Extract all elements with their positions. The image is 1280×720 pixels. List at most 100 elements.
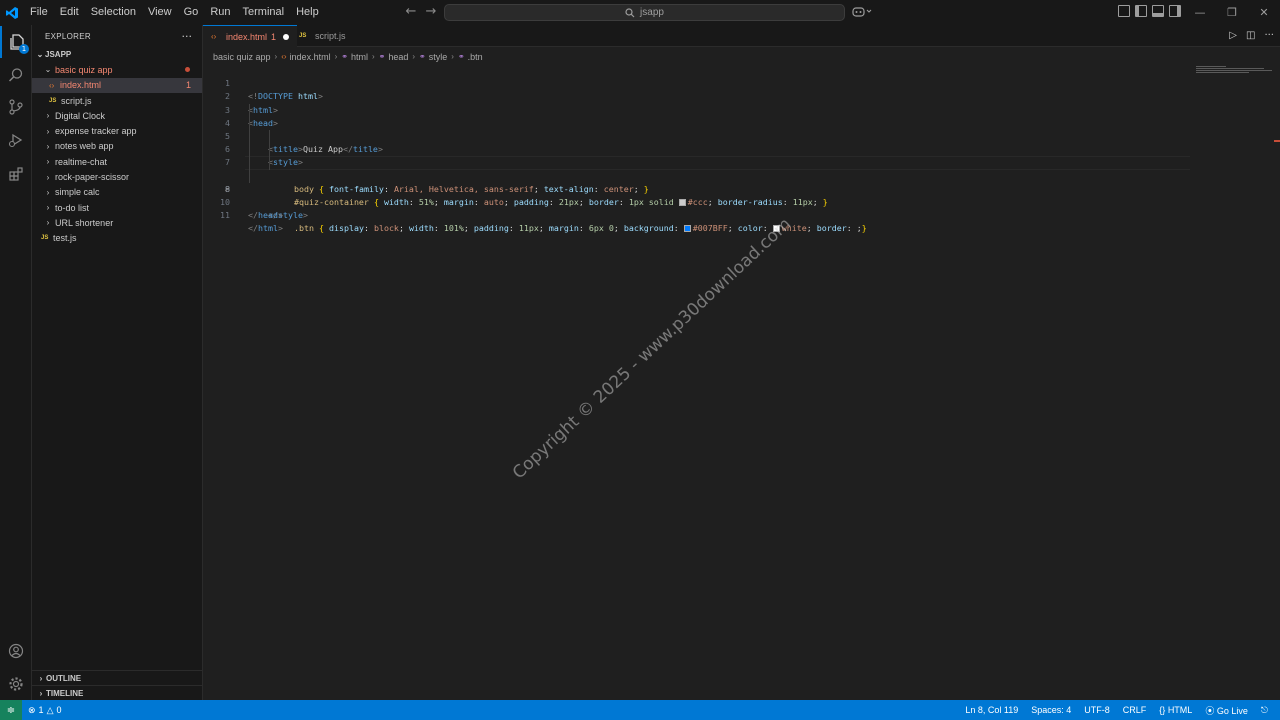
close-icon[interactable]: ✕: [1248, 0, 1280, 25]
notifications-bell-icon[interactable]: ⎋: [1261, 705, 1268, 716]
toggle-panel-icon[interactable]: [1152, 5, 1164, 17]
element-icon: ⚭: [378, 52, 386, 61]
tree-item-label: index.html: [60, 80, 102, 91]
folder-notes-web-app[interactable]: › notes web app: [32, 139, 202, 154]
folder-to-do-list[interactable]: › to-do list: [32, 200, 202, 215]
toggle-secondary-sidebar-icon[interactable]: [1169, 5, 1181, 17]
chevron-right-icon: ›: [371, 52, 375, 61]
folder-expense-tracker-app[interactable]: › expense tracker app: [32, 123, 202, 138]
manage-gear-icon[interactable]: [0, 668, 32, 700]
tree-item-label: simple calc: [55, 187, 100, 198]
menu-help[interactable]: Help: [290, 0, 325, 25]
file-test-js[interactable]: JS test.js: [32, 231, 202, 246]
tab-script-js[interactable]: JS script.js: [291, 25, 354, 47]
color-swatch[interactable]: [683, 225, 691, 233]
menu-selection[interactable]: Selection: [85, 0, 142, 25]
copilot-icon[interactable]: [852, 6, 874, 20]
search-view-icon[interactable]: [0, 59, 32, 91]
menu-go[interactable]: Go: [178, 0, 205, 25]
code-editor[interactable]: 1 <!DOCTYPE html> 2 <html> 3 <head> 4 <t…: [203, 63, 1280, 700]
more-actions-icon[interactable]: ···: [182, 30, 193, 43]
problems-indicator[interactable]: ⊗ 1 △ 0: [22, 705, 62, 716]
menu-file[interactable]: File: [24, 0, 54, 25]
cursor-position[interactable]: Ln 8, Col 119: [965, 705, 1018, 715]
folder-realtime-chat[interactable]: › realtime-chat: [32, 154, 202, 169]
folder-basic-quiz-app[interactable]: ⌄ basic quiz app: [32, 62, 202, 77]
code-line: 7 #quiz-container { width: 51%; margin: …: [203, 143, 1280, 207]
end-of-line[interactable]: CRLF: [1123, 705, 1147, 715]
breadcrumb-item[interactable]: html: [351, 52, 368, 62]
braces-icon: {}: [1159, 705, 1166, 715]
tree-item-label: Digital Clock: [55, 110, 106, 121]
outline-section[interactable]: › OUTLINE: [32, 670, 203, 685]
tree-item-label: rock-paper-scissor: [55, 172, 130, 183]
menu-view[interactable]: View: [142, 0, 178, 25]
encoding[interactable]: UTF-8: [1084, 705, 1110, 715]
breadcrumb-item[interactable]: index.html: [290, 52, 331, 62]
timeline-label: TIMELINE: [46, 688, 84, 698]
menu-run[interactable]: Run: [204, 0, 236, 25]
folder-url-shortener[interactable]: › URL shortener: [32, 215, 202, 230]
workspace-root[interactable]: ⌄ JSAPP: [32, 47, 202, 62]
run-debug-icon[interactable]: [0, 124, 32, 156]
chevron-down-icon: ⌄: [36, 50, 44, 60]
customize-layout-icon[interactable]: [1118, 5, 1130, 17]
chevron-right-icon: ›: [274, 52, 278, 61]
explorer-icon[interactable]: 1: [0, 26, 32, 58]
tab-index-html[interactable]: ‹› index.html 1: [203, 25, 298, 47]
code-line: 2 <html>: [203, 77, 1280, 114]
chevron-down-icon: ⌄: [44, 65, 52, 75]
accounts-icon[interactable]: [0, 635, 32, 667]
code-line: 5 <style>: [203, 116, 1280, 167]
explorer-badge: 1: [19, 44, 29, 54]
breadcrumb-item[interactable]: head: [388, 52, 408, 62]
problem-count: 1: [185, 80, 191, 91]
chevron-right-icon: ›: [39, 688, 43, 698]
folder-simple-calc[interactable]: › simple calc: [32, 185, 202, 200]
restore-icon[interactable]: ❐: [1216, 0, 1248, 25]
breadcrumb: basic quiz app › ‹› index.html › ⚭ html …: [213, 50, 483, 63]
folder-digital-clock[interactable]: › Digital Clock: [32, 108, 202, 123]
vscode-logo-icon: [0, 0, 24, 25]
explorer-sidebar: EXPLORER ··· ⌄ JSAPP ⌄ basic quiz app ‹›…: [32, 25, 203, 700]
extensions-icon[interactable]: [0, 158, 32, 190]
modified-dot-icon: [185, 67, 190, 73]
breadcrumb-item[interactable]: .btn: [468, 52, 483, 62]
workspace-root-label: JSAPP: [45, 50, 72, 60]
toggle-primary-sidebar-icon[interactable]: [1135, 5, 1147, 17]
breadcrumb-item[interactable]: style: [429, 52, 448, 62]
html-file-icon: ‹›: [211, 32, 217, 41]
forward-arrow-icon[interactable]: →: [424, 4, 438, 20]
go-live-button[interactable]: ⦿ Go Live: [1205, 704, 1248, 717]
chevron-right-icon: ›: [46, 111, 50, 121]
tree-item-label: realtime-chat: [55, 156, 108, 167]
error-count: 1: [38, 705, 44, 715]
back-arrow-icon[interactable]: ←: [404, 4, 418, 20]
folder-rock-paper-scissor[interactable]: › rock-paper-scissor: [32, 169, 202, 184]
file-script-js[interactable]: JS script.js: [32, 93, 202, 108]
indentation[interactable]: Spaces: 4: [1031, 705, 1071, 715]
source-control-icon[interactable]: [0, 91, 32, 123]
js-file-icon: JS: [41, 235, 49, 242]
remote-indicator-icon[interactable]: ≑: [0, 700, 22, 720]
unsaved-dot-icon[interactable]: [283, 33, 290, 40]
file-index-html[interactable]: ‹› index.html 1: [32, 77, 202, 93]
chevron-right-icon: ›: [46, 126, 50, 136]
menu-edit[interactable]: Edit: [54, 0, 85, 25]
run-icon[interactable]: ▷: [1229, 30, 1237, 41]
code-text: </html>: [248, 223, 283, 234]
language-mode[interactable]: {} HTML: [1159, 705, 1192, 715]
breadcrumb-item[interactable]: basic quiz app: [213, 52, 271, 62]
editor-tab-bar: ‹› index.html 1 JS script.js ▷ ◫ ···: [203, 25, 1280, 47]
minimap[interactable]: [1196, 66, 1272, 76]
tree-item-label: test.js: [53, 233, 77, 244]
chevron-right-icon: ›: [334, 52, 338, 61]
command-center-search[interactable]: jsapp: [444, 4, 845, 21]
more-actions-icon[interactable]: ···: [1264, 30, 1274, 41]
split-editor-icon[interactable]: ◫: [1246, 30, 1255, 41]
timeline-section[interactable]: › TIMELINE: [32, 685, 203, 700]
chevron-right-icon: ›: [46, 218, 50, 228]
html-file-icon: ‹›: [281, 52, 287, 61]
minimize-icon[interactable]: —: [1184, 0, 1216, 25]
menu-terminal[interactable]: Terminal: [237, 0, 291, 25]
